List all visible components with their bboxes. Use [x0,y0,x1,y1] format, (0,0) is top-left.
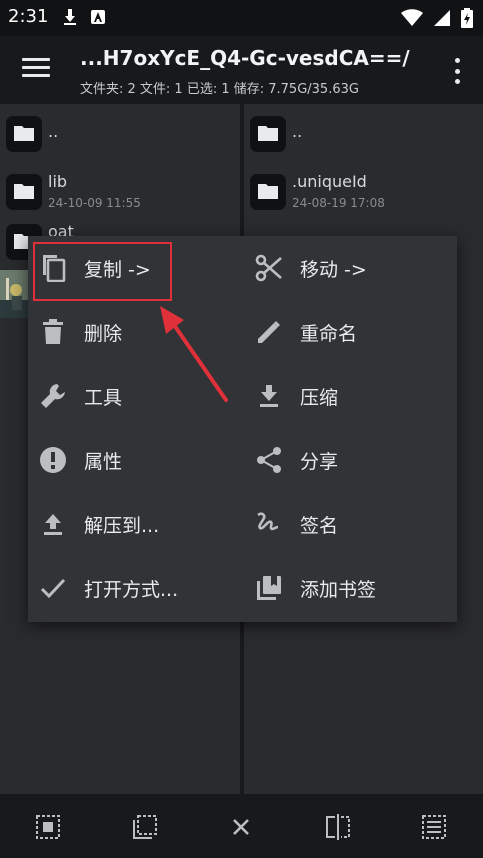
battery-icon [461,8,473,32]
check-icon [38,573,68,603]
path-title: ...H7oxYcE_Q4-Gc-vesdCA==/ [80,46,410,70]
file-name: .. [292,122,303,141]
download-icon [254,381,284,411]
menu-item-rename[interactable]: 重命名 [244,300,454,364]
info-icon [38,445,68,475]
signal-icon [433,9,451,31]
menu-item-label: 分享 [300,450,339,473]
share-icon [254,445,284,475]
folder-icon [250,174,286,210]
status-bar: 2:31 [0,0,483,36]
menu-item-label: 属性 [84,450,123,473]
file-name: lib [48,172,68,191]
menu-item-label: 打开方式... [84,578,179,601]
menu-item-label: 压缩 [300,386,339,409]
pencil-icon [254,317,284,347]
select-range-icon[interactable] [421,814,447,840]
compare-icon[interactable] [325,814,351,840]
menu-item-properties[interactable]: 属性 [28,428,238,492]
hamburger-menu-icon[interactable] [22,58,50,82]
wrench-icon [38,381,68,411]
signature-icon [254,509,284,539]
menu-item-open-with[interactable]: 打开方式... [28,556,238,620]
close-icon[interactable] [228,814,254,840]
menu-item-compress[interactable]: 压缩 [244,364,454,428]
list-item[interactable]: .. [244,106,483,166]
file-name: .. [48,122,59,141]
upload-icon [38,509,68,539]
app-notification-icon [90,9,106,29]
menu-item-label: 移动 -> [300,258,367,281]
file-name: .uniqueId [292,172,367,191]
download-status-icon [62,8,78,30]
bookmark-icon [254,573,284,603]
menu-item-label: 解压到... [84,514,160,537]
select-all-icon[interactable] [35,814,61,840]
status-time: 2:31 [8,6,49,27]
annotation-arrow-icon [160,306,228,402]
path-stats: 文件夹: 2 文件: 1 已选: 1 储存: 7.75G/35.63G [80,82,359,97]
select-inverse-icon[interactable] [132,814,158,840]
image-thumbnail[interactable] [0,270,28,318]
folder-icon [250,116,286,152]
list-item[interactable]: .. [0,106,240,166]
folder-icon [6,116,42,152]
highlight-box [33,242,172,301]
wifi-icon [401,9,423,31]
more-options-icon[interactable] [455,58,461,84]
menu-item-move[interactable]: 移动 -> [244,236,454,300]
folder-icon [6,174,42,210]
menu-item-label: 签名 [300,514,339,537]
menu-item-label: 工具 [84,386,123,409]
menu-item-label: 添加书签 [300,578,377,601]
menu-item-label: 重命名 [300,322,358,345]
scissors-icon [254,253,284,283]
bottom-toolbar [0,794,483,858]
menu-item-label: 删除 [84,322,123,345]
menu-item-add-bookmark[interactable]: 添加书签 [244,556,454,620]
menu-item-share[interactable]: 分享 [244,428,454,492]
file-date: 24-10-09 11:55 [48,196,141,210]
list-item[interactable]: .uniqueId 24-08-19 17:08 [244,164,483,224]
file-date: 24-08-19 17:08 [292,196,385,210]
menu-item-extract-to[interactable]: 解压到... [28,492,238,556]
app-bar: ...H7oxYcE_Q4-Gc-vesdCA==/ 文件夹: 2 文件: 1 … [0,36,483,104]
trash-icon [38,317,68,347]
menu-item-sign[interactable]: 签名 [244,492,454,556]
